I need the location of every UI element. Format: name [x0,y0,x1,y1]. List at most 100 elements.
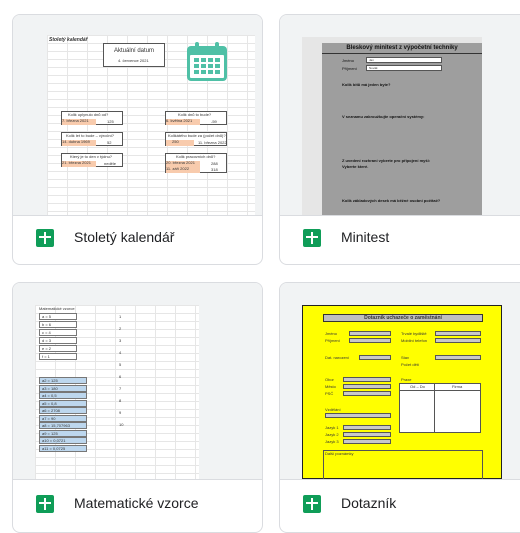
template-title: Matematické vzorce [74,495,199,511]
field-label: Příjmení [325,338,340,343]
field-input[interactable] [349,338,391,343]
variable-cell: e = 2 [39,345,77,352]
form-title-bar: Dotazník uchazeče o zaměstnání [323,314,483,322]
question-date: 6. května 2021 [166,119,200,125]
praxe-table: Od – Do Firma [399,383,481,433]
field-label: Město [325,384,336,389]
result-cell: a7 = 90 [39,414,87,422]
field-input[interactable] [343,377,391,382]
surname-label: Příjmení [342,66,357,71]
form-heading: Dotazník uchazeče o zaměstnání [364,315,442,321]
table-header: Firma [452,384,463,389]
row-number: 5 [119,362,122,367]
field-input[interactable] [325,413,391,418]
preview-heading: Matematické vzorce [39,306,75,311]
question-label: Kolikátého bude za (počet dnů)? [168,133,226,138]
question-label: Kolik let to bude – výroční? [66,133,115,138]
surname-input[interactable]: Novák [366,65,442,71]
question-date: 250 [166,140,194,146]
question-value: 52 [107,140,112,145]
template-title: Stoletý kalendář [74,229,175,245]
calendar-icon [185,41,229,83]
field-input[interactable] [435,355,481,360]
field-label: Stav [401,355,410,360]
field-label: PSČ [325,391,334,396]
template-thumbnail: Matematické vzorce a = 5b = 6c = 4d = 3e… [13,283,262,480]
question-4: Kolik základových desek má běžné osobní … [342,198,441,203]
field-input[interactable] [343,439,391,444]
field-label: Jazyk 1 [325,425,339,430]
question-label: Kolik dnů to bude? [178,112,212,117]
result-cell: a3 = 180 [39,384,87,392]
question-3-extra: Vyberte které. [342,164,369,169]
field-input[interactable] [343,391,391,396]
sheets-icon [303,229,321,247]
field-input[interactable] [343,432,391,437]
question-label: Který je to den v týdnu? [70,154,113,159]
current-date-label: Aktuální datum [114,48,155,54]
result-cell: a10 = 0,0721 [39,437,87,444]
form-panel: Bleskový minitest z výpočetní techniky J… [322,43,482,215]
field-label: Jazyk 2 [325,432,339,437]
question-block-2: Kolik dnů to bude? 6. května 2021 -59 [165,111,227,125]
template-footer: Stoletý kalendář [13,213,262,264]
template-thumbnail: Bleskový minitest z výpočetní techniky J… [280,15,520,216]
question-block-5: Který je to den v týdnu? 21. března 2021… [61,153,123,167]
question-date: 7. března 2021 [62,119,96,125]
result-cell: a11 = 0,0725 [39,444,87,452]
row-number: 10 [119,422,124,427]
question-1: Kolik bitů má jeden byte? [342,82,391,87]
template-footer: Matematické vzorce [13,477,262,532]
surname-value: Novák [369,66,378,70]
template-card-dotaznik[interactable]: Dotazník uchazeče o zaměstnání Jméno Pří… [279,282,520,533]
field-input[interactable] [349,331,391,336]
question-block-4: Kolikátého bude za (počet dnů)? 250 11. … [165,132,227,146]
field-input[interactable] [435,331,481,336]
preview-heading: Stoletý kalendář [49,37,88,43]
field-input[interactable] [359,355,391,360]
question-date: 14. dubna 1969 [62,140,96,146]
question-block-6: Kolik pracovních dnů? 20. března 2021 11… [165,153,227,173]
row-number: 1 [119,314,122,319]
template-footer: Dotazník [280,477,520,532]
question-value: 318 [211,167,218,172]
sheets-icon [303,495,321,513]
sheet-preview: Matematické vzorce a = 5b = 6c = 4d = 3e… [35,305,199,479]
field-label: Jazyk 3 [325,439,339,444]
result-cell: a6 = 2708 [39,407,87,414]
template-thumbnail: Stoletý kalendář Aktuální datum 4. červe… [13,15,262,216]
row-number: 7 [119,386,122,391]
field-input[interactable] [343,425,391,430]
field-label: Obor [325,377,334,382]
template-title: Minitest [341,229,390,245]
template-card-stolety-kalendar[interactable]: Stoletý kalendář Aktuální datum 4. červe… [12,14,263,265]
field-label: Trvalé bydliště [401,331,427,336]
sheet-preview: Stoletý kalendář Aktuální datum 4. červe… [47,35,255,215]
field-label: Mobilní telefon [401,338,428,343]
name-label: Jméno [342,58,355,63]
sheet-preview: Dotazník uchazeče o zaměstnání Jméno Pří… [302,305,502,479]
question-date: 21. března 2021 [62,161,96,167]
field-label: Vzdělání [325,407,341,412]
template-card-minitest[interactable]: Bleskový minitest z výpočetní techniky J… [279,14,520,265]
table-header: Od – Do [410,384,425,389]
variable-cell: a = 5 [39,313,77,320]
sheets-icon [36,229,54,247]
template-footer: Minitest [280,213,520,264]
template-card-matematicke-vzorce[interactable]: Matematické vzorce a = 5b = 6c = 4d = 3e… [12,282,263,533]
question-3: Z uvedení rozhraní vyberte pro připojení… [342,158,431,163]
question-value: -59 [211,119,217,124]
name-input[interactable]: Jan [366,57,442,63]
question-value: 288 [211,161,218,166]
row-number: 9 [119,410,122,415]
question-block-3: Kolik let to bude – výroční? 14. dubna 1… [61,132,123,146]
field-input[interactable] [435,338,481,343]
current-date-value: 4. července 2021 [118,58,149,63]
sheets-icon [36,495,54,513]
row-number: 6 [119,374,122,379]
question-date: 11. září 2022 [166,167,200,173]
variable-cell: f = 1 [39,353,77,360]
field-input[interactable] [343,384,391,389]
notes-box[interactable] [323,450,483,479]
question-value: 11. března 2022 [198,140,227,145]
